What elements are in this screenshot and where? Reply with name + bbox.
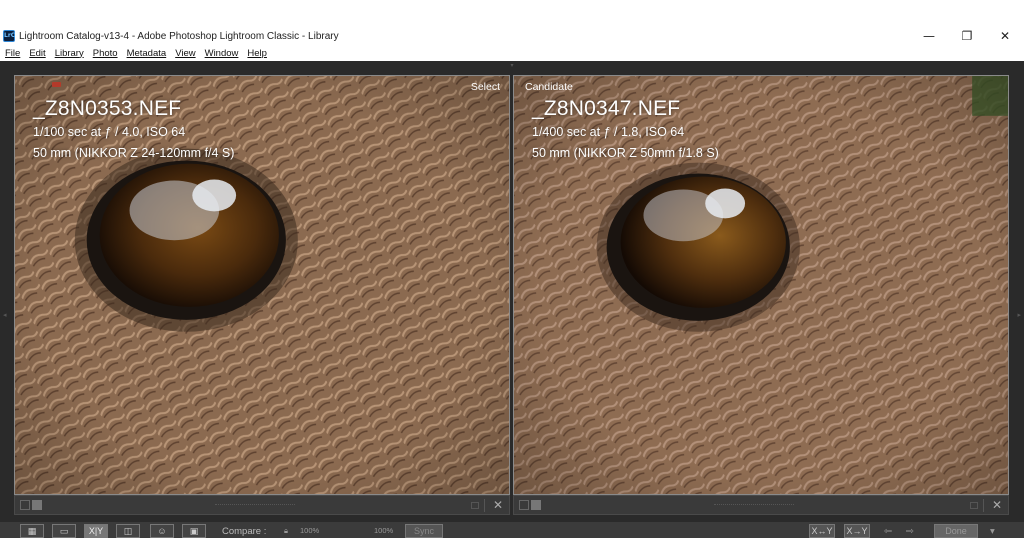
candidate-filename: _Z8N0347.NEF [532, 97, 681, 120]
compare-workspace: ▾ ◂ ▸ Select _Z8N0353.NEF 1/100 sec at ƒ… [0, 61, 1024, 538]
zoom-left-value: 100% [300, 526, 320, 535]
compare-label: Compare : [222, 526, 267, 537]
color-label-icon [52, 82, 61, 87]
lightroom-app-icon: LrC [3, 30, 15, 42]
window-title: Lightroom Catalog-v13-4 - Adobe Photosho… [19, 30, 339, 42]
toolbar-options-icon[interactable]: ▾ [990, 526, 995, 537]
compare-view-button[interactable]: X|Y [84, 524, 108, 538]
strip-divider [983, 499, 984, 512]
pick-flag-icon[interactable] [32, 500, 42, 510]
previous-photo-icon[interactable]: ⇦ [884, 526, 892, 537]
candidate-info-overlay: _Z8N0347.NEF 1/400 sec at ƒ / 1.8, ISO 6… [532, 96, 719, 164]
window-titlebar: LrC Lightroom Catalog-v13-4 - Adobe Phot… [0, 27, 1024, 45]
select-lens: 50 mm (NIKKOR Z 24-120mm f/4 S) [33, 146, 235, 160]
candidate-label: Candidate [525, 81, 573, 93]
menu-help[interactable]: Help [247, 48, 267, 59]
minimize-button[interactable]: — [910, 27, 948, 45]
select-info-overlay: _Z8N0353.NEF 1/100 sec at ƒ / 4.0, ISO 6… [33, 96, 234, 164]
right-panel-toggle-icon[interactable]: ▸ [1017, 311, 1021, 319]
survey-view-icon[interactable]: ◫ [116, 524, 140, 538]
select-filename: _Z8N0353.NEF [33, 97, 182, 120]
loupe-view-icon[interactable]: ▭ [52, 524, 76, 538]
candidate-lens: 50 mm (NIKKOR Z 50mm f/1.8 S) [532, 146, 719, 160]
menu-library[interactable]: Library [55, 48, 84, 59]
done-button[interactable]: Done [934, 524, 978, 538]
select-panel[interactable]: Select _Z8N0353.NEF 1/100 sec at ƒ / 4.0… [14, 75, 510, 495]
desktop-top-area [0, 0, 1024, 27]
grid-view-icon[interactable]: ▦ [20, 524, 44, 538]
select-close-icon[interactable]: ✕ [493, 498, 503, 512]
close-window-button[interactable]: ✕ [986, 27, 1024, 45]
candidate-panel-strip: ✕ [513, 495, 1009, 515]
select-color-label-box[interactable] [471, 502, 479, 509]
make-select-button[interactable]: X→Y [844, 524, 870, 538]
candidate-panel[interactable]: Candidate _Z8N0347.NEF 1/400 sec at ƒ / … [513, 75, 1009, 495]
menu-view[interactable]: View [175, 48, 195, 59]
menu-window[interactable]: Window [205, 48, 239, 59]
candidate-rating-dots[interactable] [714, 504, 794, 506]
top-panel-toggle-icon[interactable]: ▾ [508, 63, 516, 69]
select-label: Select [470, 81, 500, 93]
people-view-icon[interactable]: ☺ [150, 524, 174, 538]
select-rating-dots[interactable] [215, 504, 295, 506]
menu-file[interactable]: File [5, 48, 20, 59]
secondary-display-icon[interactable]: ▣ [182, 524, 206, 538]
zoom-right-value: 100% [374, 526, 394, 535]
candidate-flag-icons[interactable] [519, 500, 545, 510]
menu-bar: File Edit Library Photo Metadata View Wi… [0, 45, 1024, 61]
candidate-close-icon[interactable]: ✕ [992, 498, 1002, 512]
next-photo-icon[interactable]: ⇨ [906, 526, 914, 537]
sync-button[interactable]: Sync [405, 524, 443, 538]
bottom-toolbar: ▦ ▭ X|Y ◫ ☺ ▣ Compare : 🔒︎ 100% 100% Syn… [0, 522, 1024, 538]
unflag-icon[interactable] [519, 500, 529, 510]
lock-icon[interactable]: 🔒︎ [284, 526, 288, 536]
select-panel-strip: ✕ [14, 495, 510, 515]
unflag-icon[interactable] [20, 500, 30, 510]
menu-metadata[interactable]: Metadata [127, 48, 167, 59]
menu-edit[interactable]: Edit [29, 48, 45, 59]
left-panel-toggle-icon[interactable]: ◂ [3, 311, 7, 319]
pick-flag-icon[interactable] [531, 500, 541, 510]
select-exposure: 1/100 sec at ƒ / 4.0, ISO 64 [33, 125, 186, 139]
candidate-color-label-box[interactable] [970, 502, 978, 509]
candidate-exposure: 1/400 sec at ƒ / 1.8, ISO 64 [532, 125, 685, 139]
select-flag-icons[interactable] [20, 500, 46, 510]
swap-button[interactable]: X↔Y [809, 524, 835, 538]
menu-photo[interactable]: Photo [93, 48, 118, 59]
restore-button[interactable]: ❐ [948, 27, 986, 45]
strip-divider [484, 499, 485, 512]
